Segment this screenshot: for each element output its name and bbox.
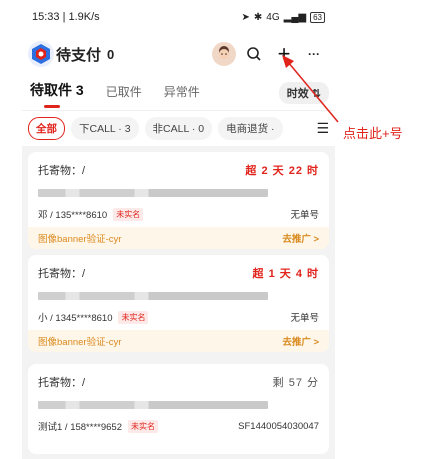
filter-bar: 全部 下CALL · 3 非CALL · 0 电商退货 · ☰ bbox=[22, 110, 335, 146]
banner-row[interactable]: 图像banner验证-cyr 去推广 > bbox=[28, 330, 329, 352]
banner-text: 图像banner验证-cyr bbox=[38, 337, 122, 348]
contact-info: 邓 / 135****8610 bbox=[38, 210, 108, 221]
network-label: 4G bbox=[266, 11, 280, 23]
promote-link[interactable]: 去推广 > bbox=[282, 231, 319, 245]
bluetooth-icon: ✱ bbox=[253, 11, 263, 23]
app-logo-icon[interactable] bbox=[28, 41, 54, 67]
order-number: SF1440054030047 bbox=[238, 420, 319, 432]
pending-payment-count: 0 bbox=[107, 46, 115, 62]
timeliness-label: 时效 bbox=[286, 88, 309, 100]
banner-text: 图像banner验证-cyr bbox=[38, 234, 122, 245]
unverified-badge: 未实名 bbox=[127, 419, 158, 433]
location-icon: ➤ bbox=[241, 11, 250, 23]
promote-link[interactable]: 去推广 > bbox=[282, 334, 319, 348]
avatar-icon bbox=[212, 42, 236, 66]
unverified-badge: 未实名 bbox=[118, 310, 149, 324]
status-time: 15:33 | 1.9K/s bbox=[32, 11, 100, 23]
avatar-button[interactable] bbox=[209, 39, 239, 69]
unverified-badge: 未实名 bbox=[113, 207, 144, 221]
banner-row[interactable]: 图像banner验证-cyr 去推广 > bbox=[28, 227, 329, 249]
pending-payment-title[interactable]: 待支付 bbox=[56, 44, 101, 65]
filter-call[interactable]: 下CALL · 3 bbox=[71, 117, 139, 140]
battery-indicator: 63 bbox=[310, 11, 325, 23]
time-remaining: 超 1 天 4 时 bbox=[252, 268, 319, 280]
top-bar: 待支付 0 + ··· bbox=[22, 34, 335, 74]
plus-icon: + bbox=[277, 41, 291, 66]
time-remaining: 超 2 天 22 时 bbox=[245, 165, 319, 177]
order-card[interactable]: 托寄物：/ 超 2 天 22 时 邓 / 135****8610 未实名 无单号… bbox=[28, 152, 329, 249]
order-card[interactable]: 托寄物：/ 剩 57 分 测试1 / 158****9652 未实名 SF144… bbox=[28, 364, 329, 454]
signal-icon: ▂▄▆ bbox=[283, 11, 307, 23]
status-icons: ➤ ✱ 4G ▂▄▆ 63 bbox=[241, 11, 325, 23]
filter-menu-icon[interactable]: ☰ bbox=[316, 120, 329, 137]
search-button[interactable] bbox=[239, 39, 269, 69]
more-icon: ··· bbox=[308, 47, 320, 61]
add-button[interactable]: + bbox=[269, 39, 299, 69]
filter-all[interactable]: 全部 bbox=[28, 117, 65, 140]
consignment-label: 托寄物：/ bbox=[38, 377, 86, 389]
sort-icon: ⇅ bbox=[311, 88, 321, 100]
tab-bar: 待取件 3 已取件 异常件 时效 ⇅ bbox=[22, 74, 335, 110]
order-number: 无单号 bbox=[290, 210, 319, 221]
blurred-address bbox=[38, 189, 268, 197]
tab-exception[interactable]: 异常件 bbox=[164, 83, 200, 110]
blurred-address bbox=[38, 292, 268, 300]
time-remaining: 剩 57 分 bbox=[272, 377, 319, 389]
consignment-label: 托寄物：/ bbox=[38, 268, 86, 280]
annotation-label: 点击此+号 bbox=[343, 126, 403, 141]
contact-info: 小 / 1345****8610 bbox=[38, 313, 113, 324]
status-bar: 15:33 | 1.9K/s ➤ ✱ 4G ▂▄▆ 63 bbox=[22, 0, 335, 34]
search-icon bbox=[247, 47, 261, 61]
consignment-label: 托寄物：/ bbox=[38, 165, 86, 177]
tab-pending-pickup[interactable]: 待取件 3 bbox=[30, 80, 84, 110]
phone-screen: 15:33 | 1.9K/s ➤ ✱ 4G ▂▄▆ 63 待支付 0 + ···… bbox=[22, 0, 335, 459]
filter-non-call[interactable]: 非CALL · 0 bbox=[144, 117, 213, 140]
timeliness-sort-button[interactable]: 时效 ⇅ bbox=[278, 82, 329, 104]
blurred-address bbox=[38, 401, 268, 409]
order-card[interactable]: 托寄物：/ 超 1 天 4 时 小 / 1345****8610 未实名 无单号… bbox=[28, 255, 329, 352]
contact-info: 测试1 / 158****9652 bbox=[38, 422, 122, 433]
filter-ecommerce-return[interactable]: 电商退货 · bbox=[218, 117, 283, 140]
more-button[interactable]: ··· bbox=[299, 39, 329, 69]
order-number: 无单号 bbox=[290, 313, 319, 324]
tab-picked-up[interactable]: 已取件 bbox=[106, 83, 142, 110]
